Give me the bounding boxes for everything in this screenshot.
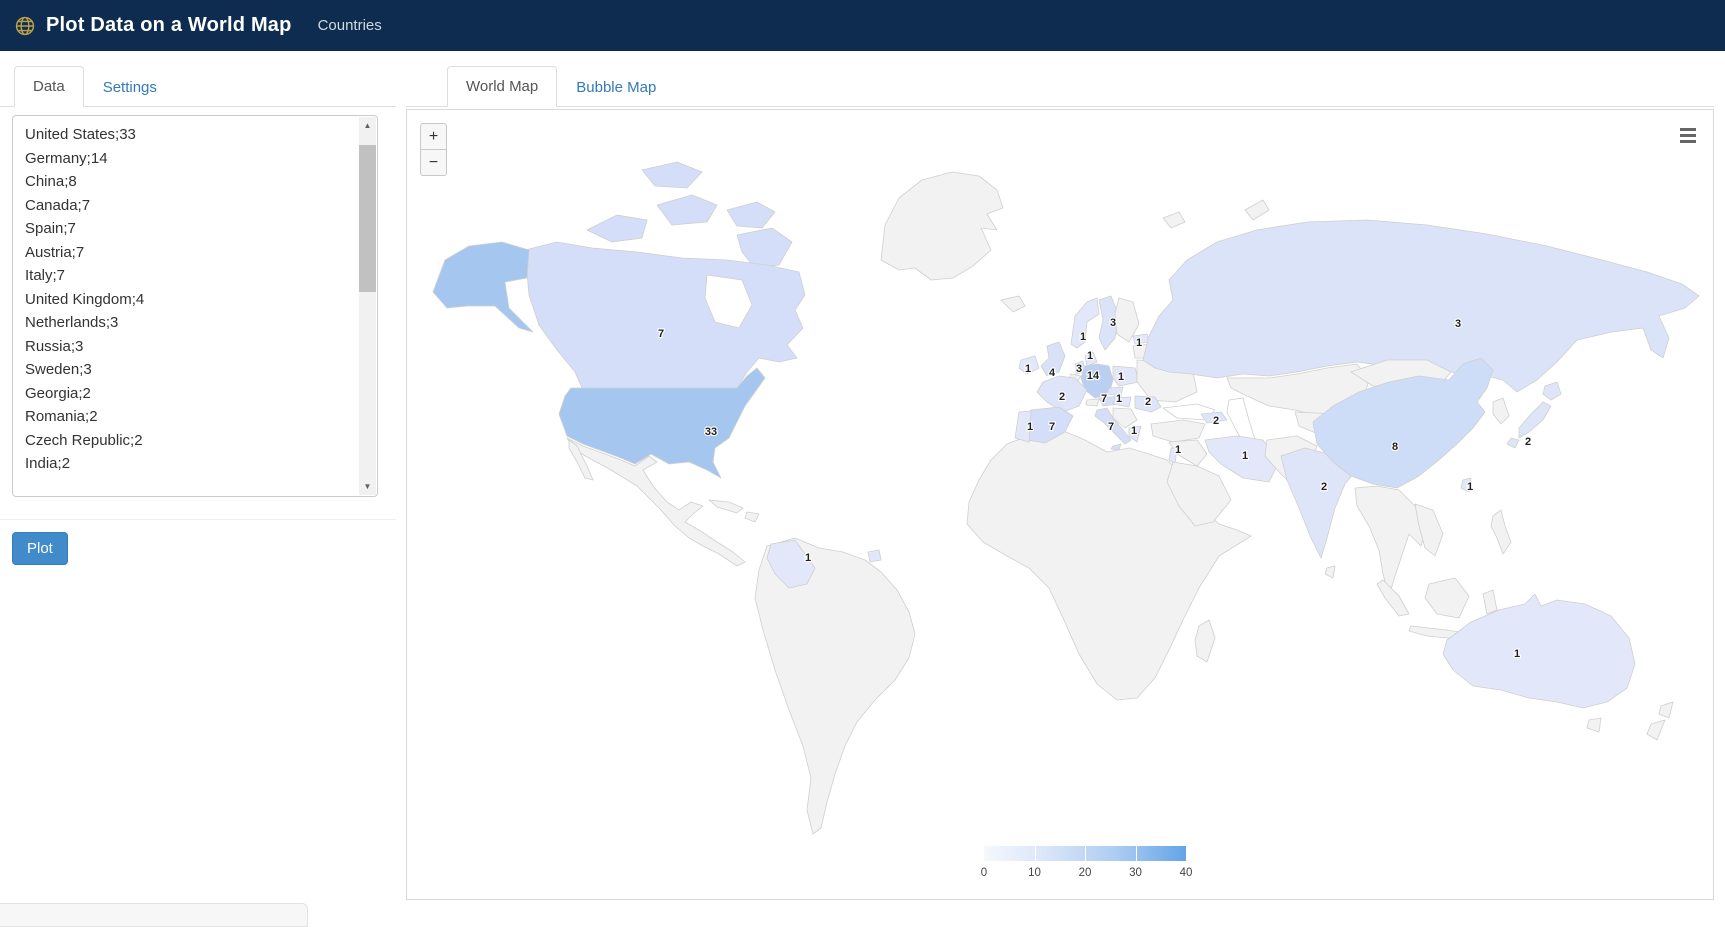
country-value-label: 4: [1049, 367, 1056, 379]
zoom-in-button[interactable]: +: [420, 123, 447, 150]
left-tabbar: Data Settings: [0, 66, 396, 107]
color-axis-legend: 0 10 20 30 40: [980, 846, 1193, 883]
country-value-label: 2: [1059, 391, 1065, 403]
country-value-label: 3: [1455, 318, 1461, 330]
country-value-label: 7: [1108, 421, 1114, 433]
country-shape[interactable]: [1442, 593, 1636, 709]
country-value-label: 1: [1131, 425, 1137, 437]
map-tabbar: World Map Bubble Map: [406, 66, 1714, 107]
legend-tick-label: 10: [1028, 867, 1041, 879]
country-data-lines: United States;33 Germany;14 China;8 Cana…: [25, 126, 145, 472]
legend-tick-label: 0: [980, 867, 988, 879]
tab-data[interactable]: Data: [14, 66, 84, 107]
country-value-label: 1: [1242, 450, 1248, 462]
country-value-label: 1: [1116, 393, 1122, 405]
country-value-label: 7: [1101, 393, 1107, 405]
country-value-label: 1: [1080, 331, 1086, 343]
legend-tick-labels: 0 10 20 30 40: [980, 867, 1193, 883]
scroll-up-icon[interactable]: ▲: [359, 117, 376, 134]
country-value-label: 1: [805, 552, 811, 564]
legend-tick-label: 30: [1129, 867, 1142, 879]
country-value-label: 1: [1467, 481, 1473, 493]
legend-tick-label: 40: [1179, 867, 1193, 879]
globe-icon: [15, 16, 35, 35]
country-value-label: 2: [1321, 481, 1327, 493]
plot-button[interactable]: Plot: [12, 532, 68, 565]
country-value-label: 7: [1049, 421, 1055, 433]
hamburger-menu-icon: [1680, 127, 1696, 131]
legend-gradient-bar: [984, 846, 1186, 861]
divider: [0, 519, 396, 520]
country-value-label: 2: [1145, 396, 1151, 408]
page-title: Plot Data on a World Map: [46, 14, 292, 36]
country-value-label: 1: [1118, 371, 1124, 383]
country-value-label: 3: [1076, 363, 1082, 375]
tab-world-map[interactable]: World Map: [447, 66, 558, 107]
country-value-label: 1: [1175, 444, 1181, 456]
country-data-textarea[interactable]: United States;33 Germany;14 China;8 Cana…: [12, 115, 378, 497]
country-value-label: 1: [1087, 350, 1093, 362]
tab-settings[interactable]: Settings: [84, 67, 176, 107]
nav-link-countries[interactable]: Countries: [318, 17, 382, 34]
country-value-label: 14: [1087, 370, 1100, 382]
tab-bubble-map[interactable]: Bubble Map: [557, 67, 675, 107]
country-value-label: 7: [658, 328, 664, 340]
bottom-partial-panel: [0, 903, 308, 927]
country-value-label: 8: [1392, 441, 1398, 453]
country-value-label: 3: [1110, 317, 1116, 329]
country-value-label: 1: [1136, 337, 1142, 349]
country-shape[interactable]: [586, 214, 648, 243]
chart-context-menu-button[interactable]: [1676, 124, 1700, 146]
brand: Plot Data on a World Map: [14, 14, 292, 37]
scrollbar-thumb[interactable]: [359, 145, 376, 292]
country-value-label: 1: [1027, 421, 1033, 433]
country-value-label: 2: [1213, 415, 1219, 427]
world-map[interactable]: 3314877774 333222221111111 11 1111: [407, 110, 1713, 899]
legend-tick-label: 20: [1078, 867, 1092, 879]
country-value-label: 1: [1514, 648, 1520, 660]
right-panel: World Map Bubble Map + − 33 14 8 7 7 7 7…: [406, 66, 1714, 900]
map-navigation: + −: [420, 123, 447, 176]
scroll-down-icon[interactable]: ▼: [359, 478, 376, 495]
country-value-label: 1: [1025, 363, 1031, 375]
world-map-chart: + − 33 14 8 7 7 7 7 4 3 3 3 2 2 2 2 2 1 …: [406, 109, 1714, 900]
zoom-out-button[interactable]: −: [420, 149, 447, 176]
country-value-label: 33: [705, 426, 717, 438]
textarea-scrollbar[interactable]: ▲ ▼: [359, 117, 376, 495]
navbar: Plot Data on a World Map Countries: [0, 0, 1725, 51]
left-panel: Data Settings United States;33 Germany;1…: [0, 66, 396, 565]
country-value-label: 2: [1525, 436, 1531, 448]
